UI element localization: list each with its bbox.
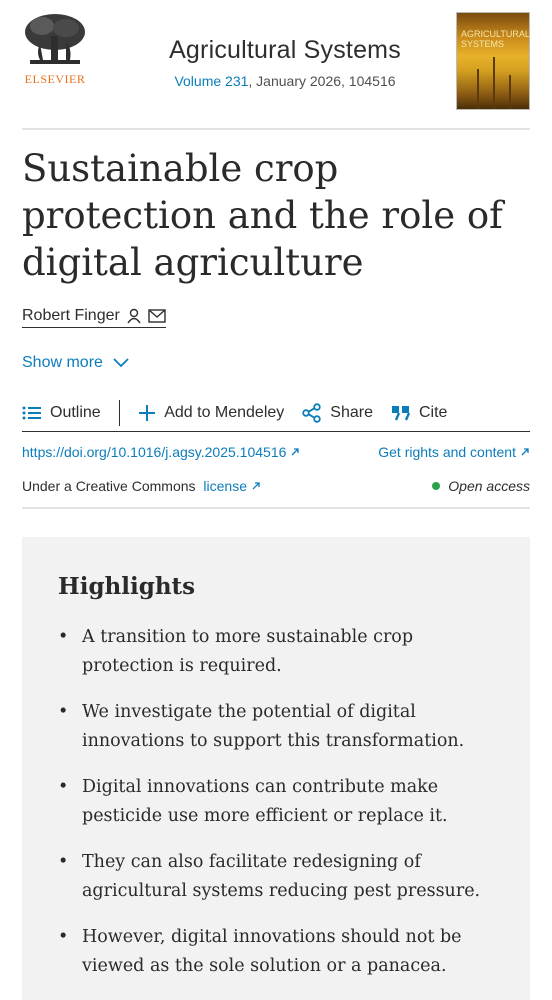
- journal-issue: Volume 231, January 2026, 104516: [130, 73, 440, 89]
- elsevier-logo[interactable]: ELSEVIER: [22, 12, 88, 86]
- share-icon: [302, 402, 321, 423]
- bullet-icon: •: [58, 777, 69, 797]
- license-info: Under a Creative Commons license: [22, 478, 261, 494]
- chevron-down-icon: [113, 358, 129, 368]
- cite-button[interactable]: Cite: [391, 404, 447, 422]
- meta-divider: [22, 507, 530, 509]
- external-link-icon: [252, 482, 260, 490]
- show-more-label: Show more: [22, 354, 103, 371]
- cover-title: AGRICULTURAL SYSTEMS: [461, 29, 530, 49]
- toolbar-separator: [118, 399, 121, 426]
- highlight-item: • We investigate the potential of digital…: [58, 698, 498, 756]
- share-label: Share: [330, 403, 373, 421]
- share-button[interactable]: Share: [302, 402, 373, 423]
- doi-text: https://doi.org/10.1016/j.agsy.2025.1045…: [22, 444, 287, 460]
- tree-logo-icon: [22, 12, 88, 70]
- cover-stalk: [493, 57, 495, 109]
- issue-info: , January 2026, 104516: [248, 73, 396, 89]
- highlights-section: Highlights • A transition to more sustain…: [22, 537, 530, 1000]
- journal-title[interactable]: Agricultural Systems: [130, 36, 440, 65]
- highlight-item: • They can also facilitate redesigning of…: [58, 848, 498, 906]
- publisher-wordmark: ELSEVIER: [24, 72, 86, 86]
- highlight-item: • Digital innovations can contribute make…: [58, 773, 498, 831]
- article-toolbar: Outline Add to Mendeley Share Cite: [22, 394, 530, 432]
- highlight-text: We investigate the potential of digital …: [82, 702, 465, 751]
- highlight-item: • However, digital innovations should not…: [58, 923, 498, 981]
- license-link[interactable]: license: [203, 478, 247, 494]
- doi-link[interactable]: https://doi.org/10.1016/j.agsy.2025.1045…: [22, 444, 300, 460]
- highlight-text: Digital innovations can contribute make …: [82, 777, 448, 826]
- rights-text: Get rights and content: [378, 444, 516, 460]
- volume-link[interactable]: Volume 231: [174, 73, 248, 89]
- person-icon: [127, 308, 141, 324]
- journal-cover[interactable]: AGRICULTURAL SYSTEMS: [456, 12, 530, 110]
- cite-label: Cite: [418, 403, 448, 421]
- journal-header: ELSEVIER Agricultural Systems Volume 231…: [0, 0, 552, 128]
- highlight-text: However, digital innovations should not …: [82, 927, 462, 976]
- cover-stalk: [509, 75, 511, 109]
- add-to-mendeley-button[interactable]: Add to Mendeley: [138, 404, 284, 422]
- bullet-icon: •: [58, 852, 69, 872]
- highlight-item: • A transition to more sustainable crop p…: [58, 623, 498, 681]
- highlights-list: • A transition to more sustainable crop p…: [58, 623, 498, 998]
- article-title: Sustainable crop protection and the role…: [22, 147, 503, 284]
- rights-link[interactable]: Get rights and content: [378, 444, 530, 460]
- highlights-title: Highlights: [58, 573, 196, 600]
- plus-icon: [139, 404, 156, 421]
- bullet-icon: •: [58, 702, 69, 722]
- quote-icon: [391, 405, 411, 420]
- outline-label: Outline: [50, 403, 101, 421]
- external-link-icon: [291, 448, 300, 456]
- author-link[interactable]: Robert Finger: [22, 307, 166, 328]
- envelope-icon[interactable]: [148, 309, 166, 323]
- outline-button[interactable]: Outline: [22, 404, 101, 422]
- external-link-icon: [521, 448, 529, 456]
- author-name: Robert Finger: [22, 307, 120, 324]
- bullet-icon: •: [58, 627, 69, 647]
- open-access-dot-icon: [432, 482, 441, 490]
- mendeley-label: Add to Mendeley: [164, 403, 285, 421]
- bullet-icon: •: [58, 927, 69, 947]
- list-icon: [22, 406, 41, 419]
- open-access-badge: Open access: [432, 478, 530, 494]
- highlight-text: A transition to more sustainable crop pr…: [82, 627, 414, 676]
- open-access-label: Open access: [448, 478, 530, 494]
- show-more-button[interactable]: Show more: [22, 354, 129, 372]
- cover-stalk: [477, 69, 479, 109]
- highlight-text: They can also facilitate redesigning of …: [82, 852, 481, 901]
- header-divider: [22, 128, 530, 130]
- journal-info: Agricultural Systems Volume 231, January…: [130, 36, 440, 89]
- license-row: Under a Creative Commons license Open ac…: [22, 478, 530, 494]
- license-prefix: Under a Creative Commons: [22, 478, 200, 494]
- doi-row: https://doi.org/10.1016/j.agsy.2025.1045…: [22, 444, 530, 460]
